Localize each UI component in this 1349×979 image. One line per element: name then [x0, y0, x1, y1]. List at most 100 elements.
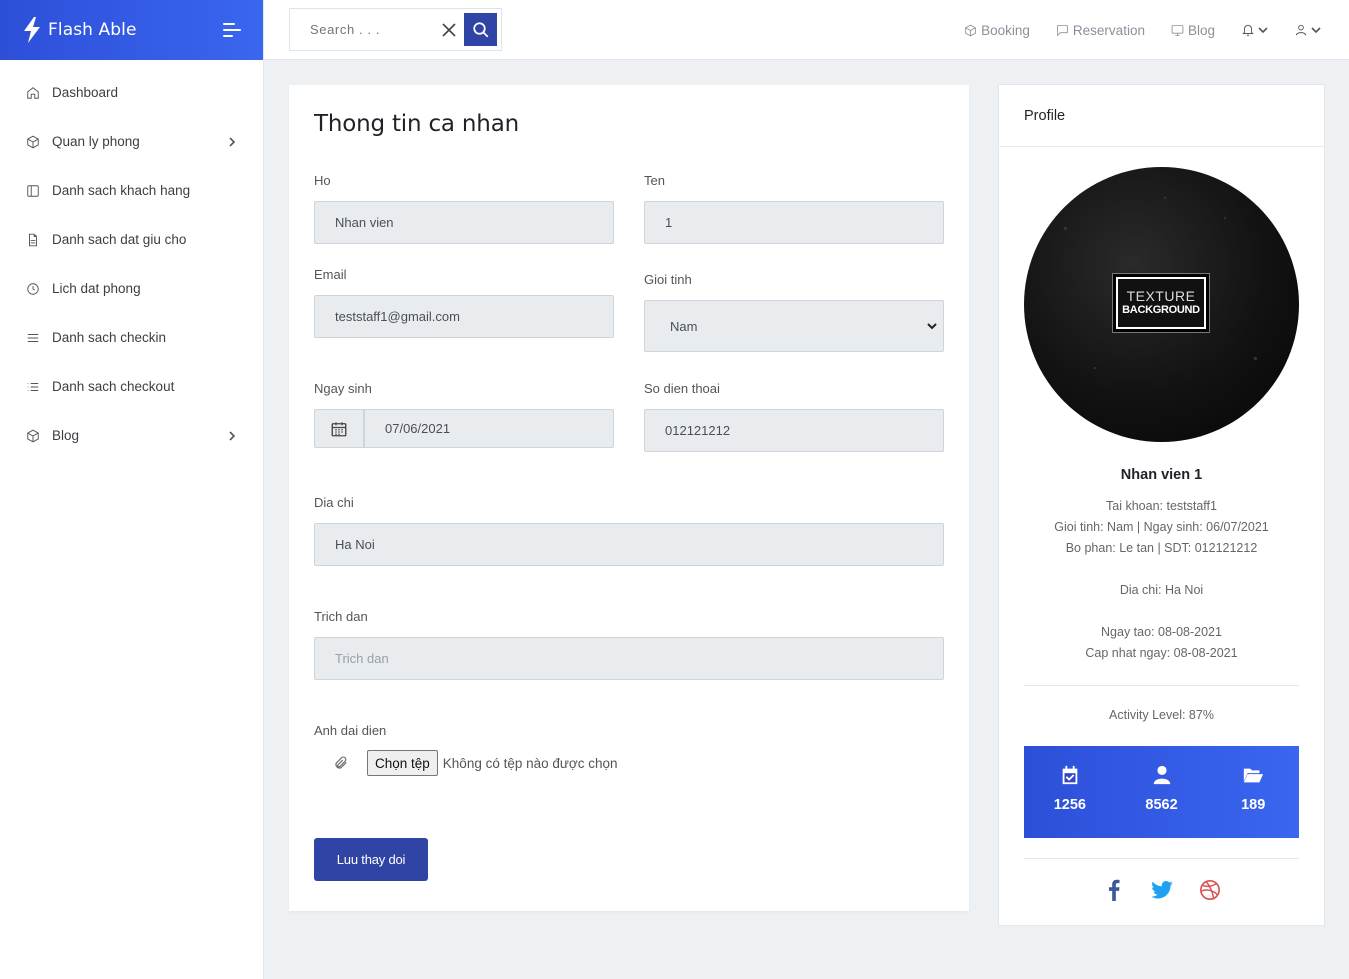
- profile-header: Profile: [999, 85, 1324, 147]
- booking-link[interactable]: Booking: [964, 23, 1030, 38]
- file-text-icon: [29, 233, 37, 246]
- avatar-text-1: TEXTURE: [1126, 288, 1196, 304]
- ten-label: Ten: [644, 173, 665, 188]
- ho-field[interactable]: Nhan vien: [314, 201, 614, 244]
- topbar: Booking Reservation Blog: [264, 0, 1349, 60]
- gender-label: Gioi tinh: [644, 272, 692, 287]
- phone-field[interactable]: 012121212: [644, 409, 944, 452]
- profile-name: Nhan vien 1: [1120, 467, 1203, 483]
- user-dropdown[interactable]: [1294, 23, 1321, 37]
- box-icon: [27, 429, 39, 442]
- choose-file-button[interactable]: Chọn tệp: [367, 750, 438, 776]
- calendar-button[interactable]: [314, 409, 364, 448]
- sidebar-item-label: Blog: [52, 428, 80, 443]
- calendar-check-icon: [1062, 765, 1078, 785]
- email-field[interactable]: teststaff1@gmail.com: [314, 295, 614, 338]
- page-title: Thong tin ca nhan: [314, 111, 519, 137]
- message-square-icon: [1057, 24, 1068, 36]
- avatar-text-2: BACKGROUND: [1122, 304, 1200, 316]
- sidebar-icon: [27, 184, 39, 197]
- menu-toggle-icon[interactable]: [223, 23, 241, 37]
- stat-value: 1256: [1053, 797, 1086, 813]
- dob-field[interactable]: 07/06/2021: [364, 409, 614, 448]
- booking-link-label: Booking: [981, 22, 1030, 38]
- list-icon: [27, 382, 39, 391]
- box-icon: [965, 24, 976, 36]
- search-input[interactable]: [310, 22, 430, 37]
- blog-link-label: Blog: [1187, 22, 1215, 38]
- paperclip-icon: [335, 756, 347, 769]
- profile-account: Tai khoan: teststaff1: [1106, 499, 1217, 513]
- search-box: [289, 8, 502, 51]
- avatar: TEXTURE BACKGROUND: [1024, 167, 1299, 442]
- menu-icon: [27, 333, 39, 342]
- lightning-logo-icon: [24, 17, 40, 43]
- sidebar-item-label: Dashboard: [52, 85, 119, 100]
- stats-bar: 1256 8562 189: [1024, 746, 1299, 838]
- user-icon: [1295, 24, 1307, 36]
- chevron-down-icon: [927, 323, 937, 330]
- calendar-icon: [331, 421, 347, 436]
- stat-folders: 189: [1207, 746, 1299, 838]
- chevron-right-icon: [229, 430, 236, 441]
- stat-value: 189: [1241, 797, 1266, 813]
- file-status: Không có tệp nào được chọn: [442, 755, 618, 771]
- avatar-label: Anh dai dien: [314, 723, 387, 738]
- bell-icon: [1242, 24, 1254, 36]
- divider: [1024, 685, 1299, 686]
- gender-select[interactable]: Nam: [644, 300, 944, 352]
- ten-field[interactable]: 1: [644, 201, 944, 244]
- save-button[interactable]: Luu thay doi: [314, 838, 428, 881]
- facebook-icon[interactable]: [1102, 878, 1126, 902]
- folder-open-icon: [1244, 768, 1264, 783]
- address-field[interactable]: Ha Noi: [314, 523, 944, 566]
- profile-address: Dia chi: Ha Noi: [1119, 583, 1204, 597]
- sidebar-item-danh-sach-checkin[interactable]: Danh sach checkin: [0, 313, 263, 362]
- sidebar-item-label: Danh sach dat giu cho: [52, 232, 187, 247]
- stat-bookings: 1256: [1024, 746, 1116, 838]
- sidebar-item-label: Quan ly phong: [52, 134, 140, 149]
- stat-value: 8562: [1145, 797, 1178, 813]
- profile-updated: Cap nhat ngay: 08-08-2021: [1085, 646, 1238, 660]
- personal-info-card: Thong tin ca nhan Ho Nhan vien Ten 1 Ema…: [289, 85, 969, 911]
- dob-label: Ngay sinh: [314, 381, 372, 396]
- stat-users: 8562: [1116, 746, 1208, 838]
- home-icon: [27, 86, 39, 99]
- quote-field[interactable]: Trich dan: [314, 637, 944, 680]
- close-icon[interactable]: [441, 22, 457, 38]
- activity-level: Activity Level: 87%: [1109, 708, 1214, 722]
- sidebar-item-lich-dat-phong[interactable]: Lich dat phong: [0, 264, 263, 313]
- email-label: Email: [314, 267, 347, 282]
- profile-card: Profile TEXTURE BACKGROUND Nhan vien 1 T…: [998, 84, 1325, 926]
- profile-dept-phone: Bo phan: Le tan | SDT: 012121212: [1065, 541, 1258, 555]
- phone-label: So dien thoai: [644, 381, 720, 396]
- sidebar-item-danh-sach-dat-giu-cho[interactable]: Danh sach dat giu cho: [0, 215, 263, 264]
- sidebar-item-blog[interactable]: Blog: [0, 411, 263, 460]
- avatar-texture-label: TEXTURE BACKGROUND: [1116, 277, 1206, 329]
- sidebar-item-label: Danh sach checkin: [52, 330, 167, 345]
- sidebar-nav: Dashboard Quan ly phong Danh sach khach …: [0, 60, 263, 460]
- social-links: [999, 878, 1324, 902]
- twitter-icon[interactable]: [1150, 878, 1174, 902]
- reservation-link-label: Reservation: [1072, 22, 1145, 38]
- monitor-icon: [1171, 24, 1184, 36]
- blog-link[interactable]: Blog: [1171, 23, 1215, 38]
- profile-created: Ngay tao: 08-08-2021: [1101, 625, 1222, 639]
- reservation-link[interactable]: Reservation: [1056, 23, 1145, 38]
- sidebar-item-quan-ly-phong[interactable]: Quan ly phong: [0, 117, 263, 166]
- dribbble-icon[interactable]: [1198, 878, 1222, 902]
- sidebar: Flash Able Dashboard Quan ly phong Danh …: [0, 0, 264, 979]
- avatar-file-input: Chọn tệp Không có tệp nào được chọn: [334, 750, 618, 776]
- sidebar-item-danh-sach-checkout[interactable]: Danh sach checkout: [0, 362, 263, 411]
- search-button[interactable]: [464, 13, 497, 46]
- user-icon: [1153, 765, 1170, 785]
- ho-label: Ho: [314, 173, 331, 188]
- address-label: Dia chi: [314, 495, 354, 510]
- divider: [1024, 858, 1299, 859]
- top-links: Booking Reservation Blog: [938, 0, 1321, 60]
- sidebar-item-dashboard[interactable]: Dashboard: [0, 68, 263, 117]
- sidebar-item-danh-sach-khach-hang[interactable]: Danh sach khach hang: [0, 166, 263, 215]
- notifications-dropdown[interactable]: [1241, 23, 1268, 37]
- brand-header: Flash Able: [0, 0, 263, 60]
- app-name: Flash Able: [48, 20, 137, 40]
